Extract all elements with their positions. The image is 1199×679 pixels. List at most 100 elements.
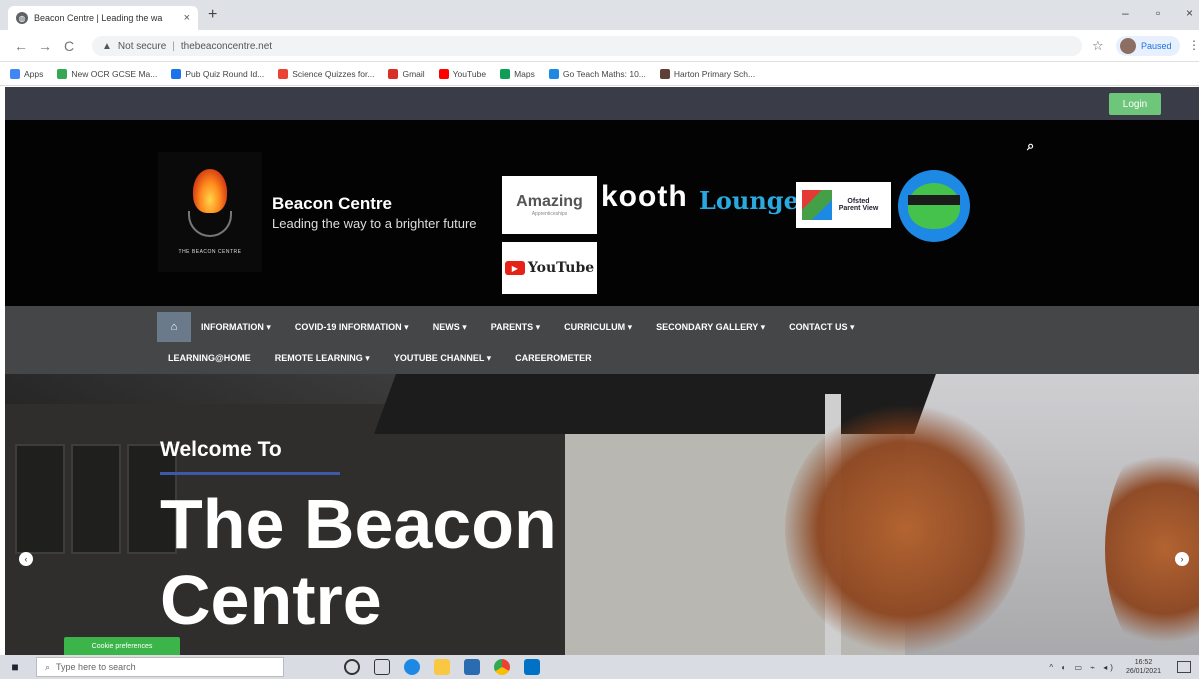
browser-tab-bar: ◍ Beacon Centre | Leading the wa × + – ▫… [0, 0, 1199, 30]
browser-tab[interactable]: ◍ Beacon Centre | Leading the wa × [8, 6, 198, 30]
notification-icon[interactable] [1177, 661, 1191, 673]
nav-item[interactable]: CAREEROMETER [515, 353, 592, 364]
main-nav: ⌂ INFORMATION ▾ COVID-19 INFORMATION ▾ NEW… [5, 306, 1199, 374]
taskbar-apps [344, 659, 554, 675]
bookmark-label: YouTube [452, 68, 487, 79]
bookmark-item[interactable]: Gmail [388, 68, 425, 79]
bookmark-icon [171, 68, 182, 79]
clock[interactable]: 16:52 26/01/2021 [1126, 658, 1161, 676]
kooth-link[interactable]: kooth [601, 180, 688, 214]
logo-caption: THE BEACON CENTRE [178, 249, 242, 255]
amazing-apprenticeships-link[interactable]: Amazing Apprenticeships [502, 176, 597, 234]
bookmark-label: Gmail [402, 68, 425, 79]
cookie-preferences-button[interactable]: Cookie preferences [64, 637, 180, 655]
parent-view-label: Parent View [838, 205, 879, 212]
profile-label: Paused [1141, 41, 1172, 51]
bookmark-icon [500, 68, 511, 79]
parent-view-link[interactable]: Ofsted Parent View [796, 182, 891, 228]
menu-icon[interactable]: ⋮ [1188, 38, 1199, 52]
outlook-icon[interactable] [524, 659, 540, 675]
dojo-monster-icon [908, 183, 960, 229]
profile-button[interactable]: Paused [1116, 36, 1180, 56]
bookmark-label: Pub Quiz Round Id... [185, 68, 265, 79]
address-bar: ← → C ▲ Not secure | thebeaconcentre.net… [0, 30, 1199, 62]
nav-item[interactable]: LEARNING@HOME [168, 353, 251, 364]
bookmark-item[interactable]: Apps [10, 68, 43, 79]
new-tab-button[interactable]: + [208, 6, 217, 24]
nav-item[interactable]: PARENTS ▾ [491, 322, 540, 333]
lounge-link[interactable]: Lounge [699, 186, 799, 215]
globe-icon: ◍ [16, 12, 28, 24]
bookmark-item[interactable]: Pub Quiz Round Id... [171, 68, 265, 79]
cortana-icon[interactable] [344, 659, 360, 675]
parent-view-logo-icon [802, 190, 832, 220]
hero-underline [160, 472, 340, 475]
windows-taskbar: ■ ⌕ Type here to search ^ ◐ ▭ ⌁ ◂) 16:52… [0, 655, 1199, 679]
flame-icon [193, 169, 227, 213]
search-icon: ⌕ [45, 661, 51, 672]
bookmark-label: Maps [514, 68, 535, 79]
bookmark-item[interactable]: Maps [500, 68, 535, 79]
bookmark-label: New OCR GCSE Ma... [71, 68, 158, 79]
search-icon[interactable]: ⌕ [1027, 138, 1034, 154]
nav-item[interactable]: CURRICULUM ▾ [564, 322, 632, 333]
close-tab-icon[interactable]: × [184, 12, 190, 24]
nav-item[interactable]: REMOTE LEARNING ▾ [275, 353, 370, 364]
nav-item[interactable]: INFORMATION ▾ [201, 322, 271, 333]
nav-row-1: INFORMATION ▾ COVID-19 INFORMATION ▾ NEWS … [201, 322, 879, 333]
back-button[interactable]: ← [14, 38, 28, 54]
file-explorer-icon[interactable] [434, 659, 450, 675]
bookmark-item[interactable]: YouTube [438, 68, 487, 79]
clock-date: 26/01/2021 [1125, 668, 1161, 675]
slider-next-icon[interactable]: › [1175, 552, 1189, 566]
tab-title: Beacon Centre | Leading the wa [34, 13, 163, 23]
parent-view-org: Ofsted [847, 198, 870, 205]
bookmark-star-icon[interactable]: ☆ [1092, 38, 1104, 54]
hero-slider: Welcome To The Beacon Centre ‹ › [5, 374, 1199, 655]
site-name[interactable]: Beacon Centre [272, 194, 392, 214]
nav-item[interactable]: YOUTUBE CHANNEL ▾ [394, 353, 491, 364]
bookmark-label: Harton Primary Sch... [673, 68, 756, 79]
site-header: THE BEACON CENTRE Beacon Centre Leading … [5, 120, 1199, 306]
nav-item[interactable]: NEWS ▾ [433, 322, 467, 333]
task-view-icon[interactable] [374, 659, 390, 675]
bookmark-item[interactable]: New OCR GCSE Ma... [57, 68, 158, 79]
bookmark-icon [548, 68, 559, 79]
url-text: thebeaconcentre.net [180, 40, 273, 52]
url-separator: | [172, 40, 175, 52]
reload-button[interactable]: C [64, 38, 74, 54]
youtube-link[interactable]: ▶ YouTube [502, 242, 597, 294]
system-tray: ^ ◐ ▭ ⌁ ◂) 16:52 26/01/2021 [1049, 655, 1199, 679]
site-tagline: Leading the way to a brighter future [272, 216, 477, 231]
taskbar-search-field[interactable]: ⌕ Type here to search [36, 657, 284, 677]
nav-item[interactable]: COVID-19 INFORMATION ▾ [295, 322, 409, 333]
bookmark-item[interactable]: Go Teach Maths: 10... [548, 68, 646, 79]
bookmark-item[interactable]: Harton Primary Sch... [659, 68, 756, 79]
hero-window [15, 444, 65, 554]
site-logo[interactable]: THE BEACON CENTRE [158, 152, 262, 272]
maximize-icon[interactable]: ▫ [1156, 6, 1160, 20]
nav-item[interactable]: SECONDARY GALLERY ▾ [656, 322, 765, 333]
home-button[interactable]: ⌂ [157, 312, 191, 342]
chrome-icon[interactable] [494, 659, 510, 675]
nav-item[interactable]: CONTACT US ▾ [789, 322, 854, 333]
security-label: Not secure [117, 40, 167, 52]
warning-icon: ▲ [102, 40, 112, 52]
url-field[interactable]: ▲ Not secure | thebeaconcentre.net [92, 36, 1082, 56]
close-window-icon[interactable]: × [1186, 6, 1193, 20]
slider-prev-icon[interactable]: ‹ [19, 552, 33, 566]
class-dojo-link[interactable] [898, 170, 970, 242]
youtube-label: YouTube [527, 260, 595, 276]
tray-icons[interactable]: ^ ◐ ▭ ⌁ ◂) [1049, 663, 1116, 672]
windows-start-icon[interactable]: ■ [0, 660, 30, 674]
site-top-strip: Login [5, 87, 1199, 120]
minimize-icon[interactable]: – [1122, 6, 1129, 20]
forward-button[interactable]: → [38, 38, 52, 54]
torch-icon [188, 211, 232, 237]
bookmark-item[interactable]: Science Quizzes for... [278, 68, 374, 79]
clock-time: 16:52 [1134, 659, 1153, 666]
login-button[interactable]: Login [1109, 93, 1161, 115]
store-icon[interactable] [464, 659, 480, 675]
edge-icon[interactable] [404, 659, 420, 675]
hero-tree [785, 404, 1025, 654]
